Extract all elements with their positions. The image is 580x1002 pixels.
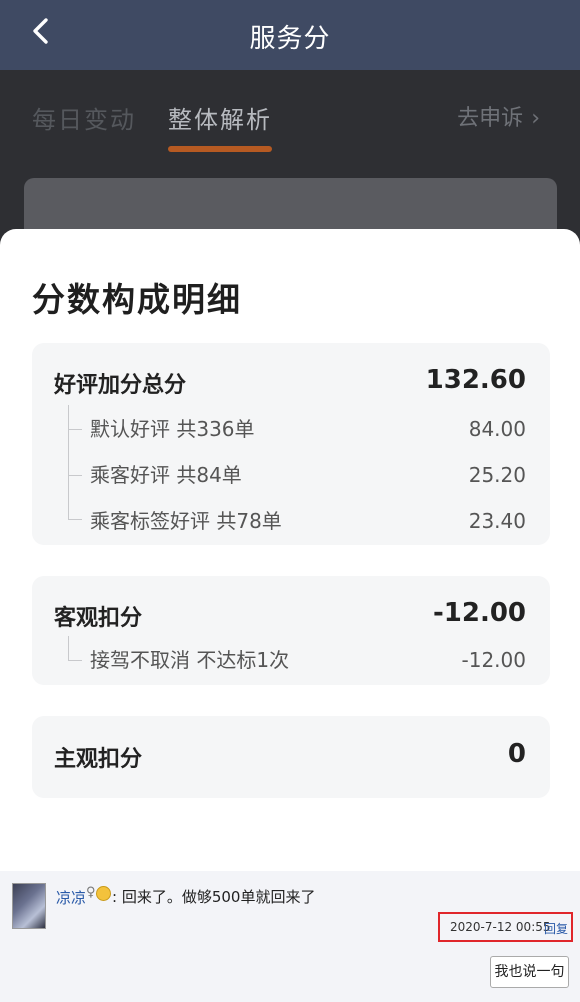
item-value: -12.00 [461, 648, 526, 672]
list-item: 接驾不取消 不达标1次 -12.00 [90, 644, 526, 678]
objective-deduction-card: 客观扣分 -12.00 接驾不取消 不达标1次 -12.00 [32, 576, 550, 685]
objective-deduction-total: -12.00 [432, 598, 526, 628]
list-item: 默认好评 共336单 84.00 [90, 413, 526, 447]
comment-username[interactable]: 凉凉 [56, 887, 86, 908]
tab-overall-analysis[interactable]: 整体解析 [168, 100, 272, 135]
appeal-link[interactable]: 去申诉 › [457, 100, 540, 132]
subjective-deduction-title: 主观扣分 [54, 747, 143, 772]
item-label: 接驾不取消 不达标1次 [90, 648, 290, 672]
tree-branch [68, 660, 82, 661]
comment-timestamp: 2020-7-12 00:55 [450, 920, 551, 934]
positive-review-title: 好评加分总分 [54, 373, 187, 398]
tree-connector [68, 405, 69, 519]
emoji-icon [96, 886, 111, 901]
item-value: 84.00 [468, 417, 526, 441]
tab-daily-changes[interactable]: 每日变动 [32, 100, 136, 135]
item-label: 乘客好评 共84单 [90, 463, 242, 487]
item-value: 23.40 [468, 509, 526, 533]
avatar[interactable] [12, 883, 46, 929]
tree-branch [68, 429, 82, 430]
subjective-deduction-total: 0 [507, 739, 526, 769]
item-value: 25.20 [468, 463, 526, 487]
positive-review-total: 132.60 [425, 365, 526, 395]
tree-connector [68, 636, 69, 660]
positive-review-card: 好评加分总分 132.60 默认好评 共336单 84.00 乘客好评 共84单… [32, 343, 550, 545]
subjective-deduction-card: 主观扣分 0 [32, 716, 550, 798]
female-icon: ♀ [86, 885, 96, 900]
active-tab-indicator [168, 146, 272, 152]
tree-branch [68, 475, 82, 476]
sheet-title: 分数构成明细 [32, 280, 242, 319]
item-label: 乘客标签好评 共78单 [90, 509, 282, 533]
reply-link[interactable]: 回复 [544, 920, 568, 937]
item-label: 默认好评 共336单 [90, 417, 255, 441]
tree-branch [68, 519, 82, 520]
comment-text: : 回来了。做够500单就回来了 [112, 888, 316, 906]
comment-button[interactable]: 我也说一句 [490, 956, 569, 988]
appeal-label: 去申诉 [457, 106, 524, 131]
chevron-right-icon: › [531, 106, 540, 131]
top-nav-bar: 服务分 [0, 0, 580, 70]
page-title: 服务分 [249, 24, 331, 54]
score-detail-sheet: 分数构成明细 好评加分总分 132.60 默认好评 共336单 84.00 乘客… [0, 229, 580, 871]
objective-deduction-title: 客观扣分 [54, 606, 143, 631]
list-item: 乘客好评 共84单 25.20 [90, 459, 526, 493]
comment-bar: 凉凉 ♀ : 回来了。做够500单就回来了 2020-7-12 00:55 回复… [0, 871, 580, 1002]
timestamp-highlight: 2020-7-12 00:55 回复 [438, 912, 573, 942]
list-item: 乘客标签好评 共78单 23.40 [90, 505, 526, 539]
